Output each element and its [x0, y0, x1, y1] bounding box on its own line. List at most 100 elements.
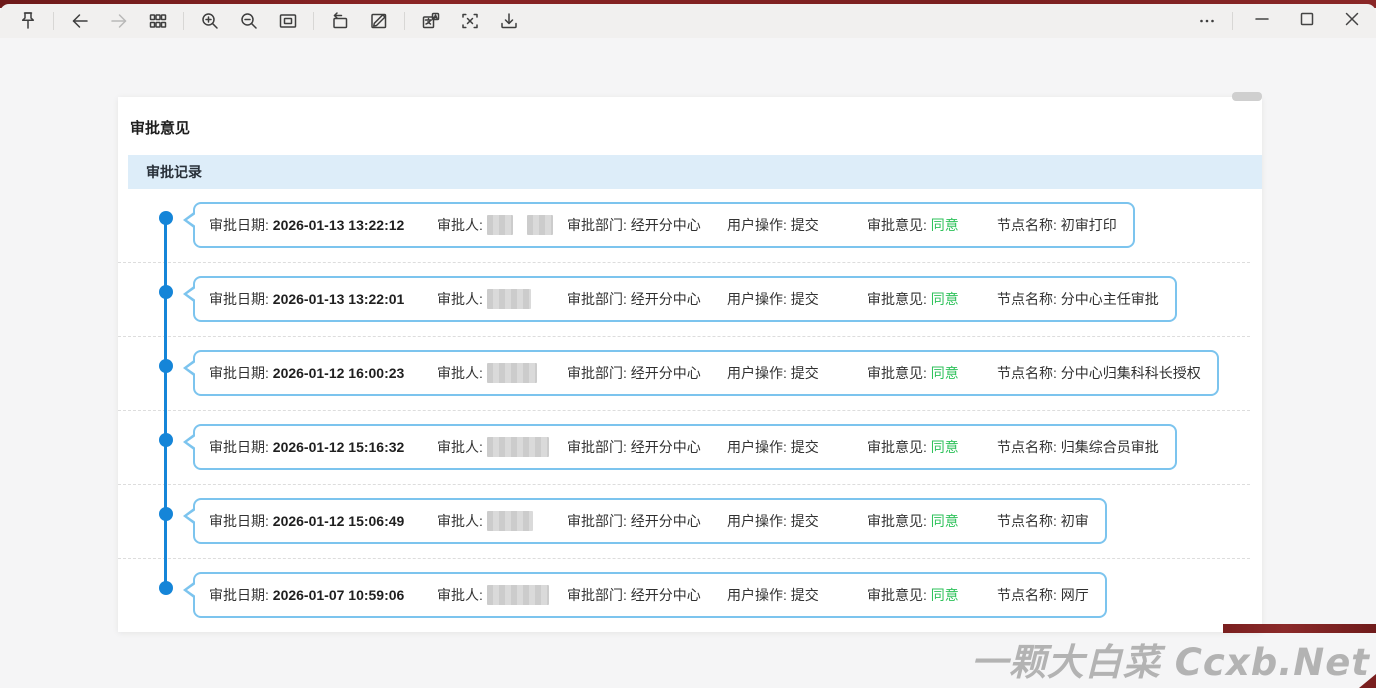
screenshot-button[interactable] [450, 6, 489, 36]
timeline-dot-icon [159, 581, 173, 595]
opinion-label: 审批意见: [867, 587, 927, 603]
toolbar-right-group [1187, 6, 1376, 36]
operation-value: 提交 [791, 513, 819, 529]
node-value: 分中心归集科科长授权 [1061, 365, 1201, 381]
back-button[interactable] [60, 6, 99, 36]
operation-label: 用户操作: [727, 365, 787, 381]
node-value: 归集综合员审批 [1061, 439, 1159, 455]
pin-button[interactable] [8, 6, 47, 36]
approval-record-bubble: 审批日期: 2026-01-12 15:06:49审批人: 审批部门: 经开分中… [193, 498, 1107, 544]
department-label: 审批部门: [567, 365, 627, 381]
opinion-value: 同意 [931, 439, 959, 455]
approver-label: 审批人: [437, 513, 483, 529]
toolbar-separator [53, 12, 54, 30]
node-value: 分中心主任审批 [1061, 291, 1159, 307]
maximize-button[interactable] [1284, 6, 1329, 36]
department-value: 经开分中心 [631, 291, 701, 307]
fit-window-icon [277, 10, 299, 32]
approval-record-bubble: 审批日期: 2026-01-13 13:22:12审批人: 审批部门: 经开分中… [193, 202, 1135, 248]
fit-window-button[interactable] [268, 6, 307, 36]
date-label: 审批日期: [209, 217, 269, 233]
timeline-connector-line [164, 218, 167, 583]
timeline-dot-icon [159, 285, 173, 299]
operation-label: 用户操作: [727, 439, 787, 455]
save-button[interactable] [489, 6, 528, 36]
more-options-button[interactable] [1187, 6, 1226, 36]
node-label: 节点名称: [997, 217, 1057, 233]
approval-record-row: 审批日期: 2026-01-12 16:00:23审批人: 审批部门: 经开分中… [118, 337, 1250, 411]
opinion-value: 同意 [931, 365, 959, 381]
close-button[interactable] [1329, 6, 1374, 36]
page-content: 审批意见 审批记录 审批日期: 2026-01-13 13:22:12 审批人: … [0, 38, 1376, 688]
approver-mask-segment [487, 289, 531, 309]
approval-record-row: 审批日期: 2026-01-12 15:16:32审批人: 审批部门: 经开分中… [118, 411, 1250, 485]
toolbar-separator [313, 12, 314, 30]
zoom-in-icon [199, 10, 221, 32]
approval-record-bubble: 审批日期: 2026-01-07 10:59:06审批人: 审批部门: 经开分中… [193, 572, 1107, 618]
edit-button[interactable] [359, 6, 398, 36]
approval-record-bubble: 审批日期: 2026-01-13 13:22:01审批人: 审批部门: 经开分中… [193, 276, 1177, 322]
approval-record-bubble: 审批日期: 2026-01-12 16:00:23审批人: 审批部门: 经开分中… [193, 350, 1219, 396]
thumbnails-button[interactable] [138, 6, 177, 36]
approver-mask-segment [487, 437, 549, 457]
zoom-out-icon [238, 10, 260, 32]
approver-masked-value [487, 289, 531, 309]
approver-masked-value [487, 511, 533, 531]
opinion-label: 审批意见: [867, 217, 927, 233]
department-label: 审批部门: [567, 439, 627, 455]
section-header: 审批记录 [128, 155, 1262, 189]
translate-button[interactable] [411, 6, 450, 36]
rotate-icon [329, 10, 351, 32]
forward-button[interactable] [99, 6, 138, 36]
department-label: 审批部门: [567, 291, 627, 307]
zoom-in-button[interactable] [190, 6, 229, 36]
approval-record-bubble: 审批日期: 2026-01-12 15:16:32审批人: 审批部门: 经开分中… [193, 424, 1177, 470]
thumbnails-icon [147, 10, 169, 32]
approval-timeline: 审批日期: 2026-01-13 13:22:12 审批人: 审批部门: 经开分中… [118, 189, 1262, 632]
operation-label: 用户操作: [727, 291, 787, 307]
approver-mask-segment [487, 215, 513, 235]
opinion-value: 同意 [931, 291, 959, 307]
zoom-out-button[interactable] [229, 6, 268, 36]
date-label: 审批日期: [209, 587, 269, 603]
department-label: 审批部门: [567, 587, 627, 603]
node-label: 节点名称: [997, 587, 1057, 603]
approver-label: 审批人: [437, 291, 483, 307]
node-label: 节点名称: [997, 365, 1057, 381]
back-icon [69, 10, 91, 32]
scrollbar-thumb[interactable] [1232, 92, 1262, 101]
forward-icon [108, 10, 130, 32]
approver-mask-segment [487, 511, 533, 531]
approval-record-row: 审批日期: 2026-01-12 15:06:49审批人: 审批部门: 经开分中… [118, 485, 1250, 559]
timeline-dot-icon [159, 211, 173, 225]
page-title: 审批意见 [130, 117, 1262, 138]
approver-masked-value [487, 215, 553, 235]
operation-value: 提交 [791, 365, 819, 381]
approver-mask-segment [527, 215, 553, 235]
operation-value: 提交 [791, 291, 819, 307]
minimize-button[interactable] [1239, 6, 1284, 36]
node-label: 节点名称: [997, 439, 1057, 455]
operation-label: 用户操作: [727, 217, 787, 233]
save-icon [498, 10, 520, 32]
node-label: 节点名称: [997, 291, 1057, 307]
date-value: 2026-01-13 13:22:01 [273, 291, 405, 307]
timeline-dot-icon [159, 507, 173, 521]
department-value: 经开分中心 [631, 513, 701, 529]
rotate-button[interactable] [320, 6, 359, 36]
approval-record-row: 审批日期: 2026-01-13 13:22:01审批人: 审批部门: 经开分中… [118, 263, 1250, 337]
opinion-value: 同意 [931, 587, 959, 603]
date-value: 2026-01-12 15:06:49 [273, 513, 405, 529]
approver-masked-value [487, 585, 549, 605]
department-value: 经开分中心 [631, 217, 701, 233]
screenshot-icon [459, 10, 481, 32]
watermark-text: 一颗大白菜 Ccxb.Net [971, 632, 1370, 686]
window-toolbar [0, 4, 1376, 38]
approver-masked-value [487, 437, 549, 457]
date-value: 2026-01-13 13:22:12 [273, 217, 405, 233]
toolbar-separator [1232, 12, 1233, 30]
date-label: 审批日期: [209, 513, 269, 529]
more-options-icon [1196, 10, 1218, 32]
opinion-label: 审批意见: [867, 291, 927, 307]
approver-label: 审批人: [437, 217, 483, 233]
